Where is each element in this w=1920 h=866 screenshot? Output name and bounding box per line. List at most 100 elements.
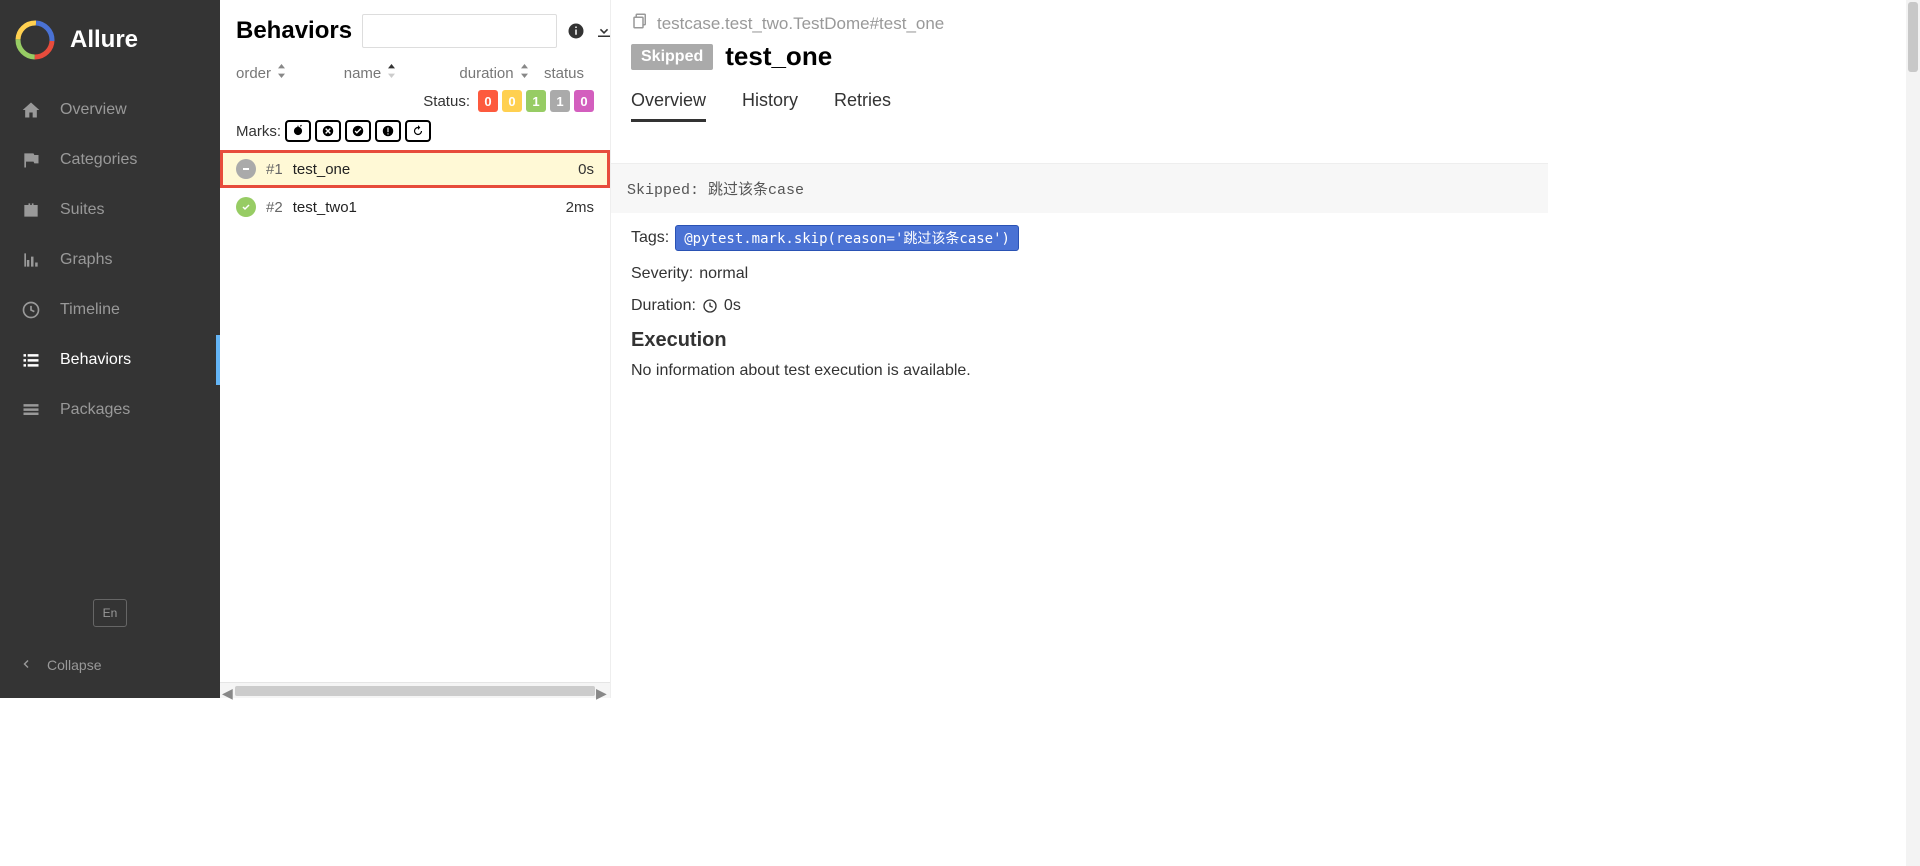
collapse-label: Collapse <box>47 657 101 673</box>
info-icon[interactable] <box>567 19 585 43</box>
tab-retries[interactable]: Retries <box>834 84 891 122</box>
col-name[interactable]: name <box>296 64 444 82</box>
duration-label: Duration: <box>631 297 696 315</box>
sidebar-item-categories[interactable]: Categories <box>0 135 220 185</box>
copy-icon[interactable] <box>631 12 649 35</box>
title-row: Skipped test_one <box>631 41 1528 72</box>
tab-history[interactable]: History <box>742 84 798 122</box>
nav-label: Overview <box>60 101 127 119</box>
nav-label: Categories <box>60 151 137 169</box>
test-row[interactable]: #1 test_one 0s <box>220 150 610 188</box>
mark-retry-button[interactable] <box>405 120 431 142</box>
test-path-row: testcase.test_two.TestDome#test_one <box>631 12 1528 35</box>
test-title: test_one <box>725 41 832 72</box>
status-skipped-icon <box>236 159 256 179</box>
test-name: test_one <box>293 161 568 178</box>
allure-logo-icon <box>15 20 55 60</box>
tabs: Overview History Retries <box>631 84 1528 123</box>
status-badge-unknown[interactable]: 0 <box>574 90 594 112</box>
clock-icon <box>702 298 718 314</box>
test-path: testcase.test_two.TestDome#test_one <box>657 14 944 34</box>
sidebar-item-overview[interactable]: Overview <box>0 85 220 135</box>
duration-value: 0s <box>724 297 741 315</box>
col-order[interactable]: order <box>236 64 296 82</box>
nav-label: Timeline <box>60 301 120 319</box>
col-status[interactable]: status <box>544 64 594 82</box>
test-name: test_two1 <box>293 199 556 216</box>
nav-label: Packages <box>60 401 130 419</box>
status-passed-icon <box>236 197 256 217</box>
nav-label: Suites <box>60 201 104 219</box>
execution-heading: Execution <box>631 329 1528 352</box>
skip-message: Skipped: 跳过该条case <box>627 178 1532 199</box>
scroll-thumb[interactable] <box>235 686 595 696</box>
flag-icon <box>20 149 42 171</box>
nav-label: Graphs <box>60 251 112 269</box>
marks-filter-row: Marks: <box>220 116 610 150</box>
sort-icon <box>520 64 529 82</box>
behaviors-panel: Behaviors order name duration status Sta… <box>220 0 610 698</box>
scroll-left-icon: ◀ <box>222 685 234 697</box>
col-duration[interactable]: duration <box>444 64 544 82</box>
collapse-button[interactable]: Collapse <box>0 647 220 683</box>
mark-flaky-button[interactable] <box>285 120 311 142</box>
test-number: #2 <box>266 199 283 216</box>
test-number: #1 <box>266 161 283 178</box>
list-icon <box>20 349 42 371</box>
search-input[interactable] <box>362 14 557 48</box>
mark-warning-button[interactable] <box>375 120 401 142</box>
tags-row: Tags: @pytest.mark.skip(reason='跳过该条case… <box>631 225 1528 251</box>
chevron-left-icon <box>20 657 32 673</box>
duration-row: Duration: 0s <box>631 297 1528 315</box>
status-label: Status: <box>423 93 470 110</box>
horizontal-scrollbar[interactable]: ◀ ▶ <box>220 682 610 698</box>
brand-label: Allure <box>70 26 138 54</box>
execution-message: No information about test execution is a… <box>631 362 1528 380</box>
briefcase-icon <box>20 199 42 221</box>
severity-label: Severity: <box>631 265 693 283</box>
tag-chip: @pytest.mark.skip(reason='跳过该条case') <box>675 225 1019 251</box>
mark-failed-button[interactable] <box>315 120 341 142</box>
status-badge-broken[interactable]: 0 <box>502 90 522 112</box>
status-chip: Skipped <box>631 44 713 70</box>
status-badge-failed[interactable]: 0 <box>478 90 498 112</box>
panel-title: Behaviors <box>236 17 352 45</box>
nav-label: Behaviors <box>60 351 131 369</box>
severity-value: normal <box>699 265 748 283</box>
test-row[interactable]: #2 test_two1 2ms <box>220 188 610 226</box>
sidebar-item-suites[interactable]: Suites <box>0 185 220 235</box>
sidebar-item-packages[interactable]: Packages <box>0 385 220 435</box>
tags-label: Tags: <box>631 229 669 247</box>
mark-passed-button[interactable] <box>345 120 371 142</box>
status-badge-skipped[interactable]: 1 <box>550 90 570 112</box>
marks-label: Marks: <box>236 123 281 140</box>
sidebar: Allure Overview Categories Suites Graphs… <box>0 0 220 698</box>
tab-overview[interactable]: Overview <box>631 84 706 122</box>
skip-message-box: Skipped: 跳过该条case <box>611 163 1548 213</box>
home-icon <box>20 99 42 121</box>
severity-row: Severity: normal <box>631 265 1528 283</box>
clock-icon <box>20 299 42 321</box>
chart-icon <box>20 249 42 271</box>
sidebar-item-graphs[interactable]: Graphs <box>0 235 220 285</box>
sidebar-item-timeline[interactable]: Timeline <box>0 285 220 335</box>
language-button[interactable]: En <box>93 599 127 627</box>
sidebar-bottom: En Collapse <box>0 599 220 698</box>
vertical-scrollbar[interactable] <box>1906 0 1920 866</box>
scroll-thumb[interactable] <box>1908 2 1918 72</box>
logo-area: Allure <box>0 0 220 85</box>
panel-header: Behaviors <box>220 0 610 58</box>
layers-icon <box>20 399 42 421</box>
sidebar-item-behaviors[interactable]: Behaviors <box>0 335 220 385</box>
columns-header: order name duration status <box>220 58 610 86</box>
test-list: #1 test_one 0s #2 test_two1 2ms <box>220 150 610 682</box>
sort-icon <box>277 64 286 82</box>
details-panel: testcase.test_two.TestDome#test_one Skip… <box>610 0 1548 698</box>
test-duration: 2ms <box>566 199 594 216</box>
nav: Overview Categories Suites Graphs Timeli… <box>0 85 220 599</box>
status-filter-row: Status: 0 0 1 1 0 <box>220 86 610 116</box>
scroll-right-icon: ▶ <box>596 685 608 697</box>
sort-icon <box>387 64 396 82</box>
status-badge-passed[interactable]: 1 <box>526 90 546 112</box>
test-duration: 0s <box>578 161 594 178</box>
